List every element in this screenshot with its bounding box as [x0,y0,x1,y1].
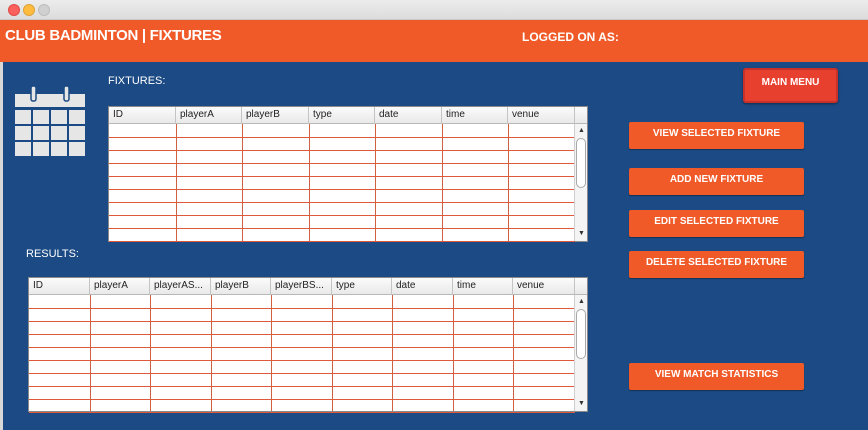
table-row-line [29,347,575,348]
main-menu-button[interactable]: MAIN MENU [743,68,838,103]
scroll-down-icon[interactable]: ▼ [575,229,588,239]
column-header-time[interactable]: time [442,107,508,124]
table-row-line [109,176,575,177]
logged-on-label: LOGGED ON AS: [522,30,619,44]
table-row-line [109,202,575,203]
table-column-line [211,295,212,411]
results-table-header: ID playerA playerAS... playerB playerBS.… [29,278,575,295]
add-new-fixture-button[interactable]: ADD NEW FIXTURE [629,168,804,195]
table-column-line [332,295,333,411]
table-column-line [375,124,376,241]
window-titlebar [0,0,868,20]
column-header-id[interactable]: ID [109,107,176,124]
column-header-venue[interactable]: venue [513,278,575,295]
fixtures-table-header: ID playerA playerB type date time venue [109,107,575,124]
table-column-line [150,295,151,411]
table-column-line [271,295,272,411]
app-header: CLUB BADMINTON | FIXTURES LOGGED ON AS: [0,20,868,62]
table-row-line [29,321,575,322]
fixtures-label: FIXTURES: [108,75,166,87]
view-match-statistics-button[interactable]: VIEW MATCH STATISTICS [629,363,804,390]
column-header-playera-score[interactable]: playerAS... [150,278,211,295]
table-row-line [109,241,575,242]
fixtures-table-body[interactable] [109,124,576,242]
table-row-line [29,308,575,309]
results-label: RESULTS: [26,248,79,260]
table-column-line [513,295,514,411]
calendar-icon [15,85,85,156]
table-row-line [109,228,575,229]
table-column-line [242,124,243,241]
view-selected-fixture-button[interactable]: VIEW SELECTED FIXTURE [629,122,804,149]
page-title: CLUB BADMINTON | FIXTURES [5,27,222,44]
table-row-line [109,163,575,164]
table-column-line [453,295,454,411]
table-column-line [442,124,443,241]
minimize-window-button[interactable] [23,4,35,16]
column-header-playerb[interactable]: playerB [211,278,271,295]
results-table[interactable]: ID playerA playerAS... playerB playerBS.… [28,277,588,413]
table-row-line [29,412,575,413]
column-header-time[interactable]: time [453,278,513,295]
column-header-type[interactable]: type [332,278,392,295]
table-header-corner [574,107,587,124]
column-header-date[interactable]: date [392,278,453,295]
scroll-down-icon[interactable]: ▼ [575,399,588,409]
table-row-line [29,399,575,400]
table-row-line [109,150,575,151]
table-row-line [29,334,575,335]
table-column-line [508,124,509,241]
table-column-line [176,124,177,241]
column-header-playerb-score[interactable]: playerBS... [271,278,332,295]
fixtures-scrollbar[interactable]: ▲ ▼ [574,124,587,241]
fixtures-table[interactable]: ID playerA playerB type date time venue … [108,106,588,242]
table-column-line [392,295,393,411]
column-header-playerb[interactable]: playerB [242,107,309,124]
close-window-button[interactable] [8,4,20,16]
table-column-line [90,295,91,411]
table-header-corner [574,278,587,295]
scroll-up-icon[interactable]: ▲ [575,297,588,307]
table-row-line [109,137,575,138]
column-header-id[interactable]: ID [29,278,90,295]
table-row-line [29,386,575,387]
scroll-thumb[interactable] [576,138,586,188]
zoom-window-button[interactable] [38,4,50,16]
table-row-line [29,373,575,374]
table-column-line [309,124,310,241]
table-row-line [109,189,575,190]
scroll-up-icon[interactable]: ▲ [575,126,588,136]
results-table-body[interactable] [29,295,576,413]
column-header-type[interactable]: type [309,107,375,124]
column-header-date[interactable]: date [375,107,442,124]
scroll-thumb[interactable] [576,309,586,359]
table-row-line [109,215,575,216]
delete-selected-fixture-button[interactable]: DELETE SELECTED FIXTURE [629,251,804,278]
table-row-line [29,360,575,361]
column-header-playera[interactable]: playerA [90,278,150,295]
column-header-venue[interactable]: venue [508,107,575,124]
column-header-playera[interactable]: playerA [176,107,242,124]
main-panel: FIXTURES: RESULTS: ID playerA playerB ty… [0,62,868,430]
edit-selected-fixture-button[interactable]: EDIT SELECTED FIXTURE [629,210,804,237]
results-scrollbar[interactable]: ▲ ▼ [574,295,587,411]
